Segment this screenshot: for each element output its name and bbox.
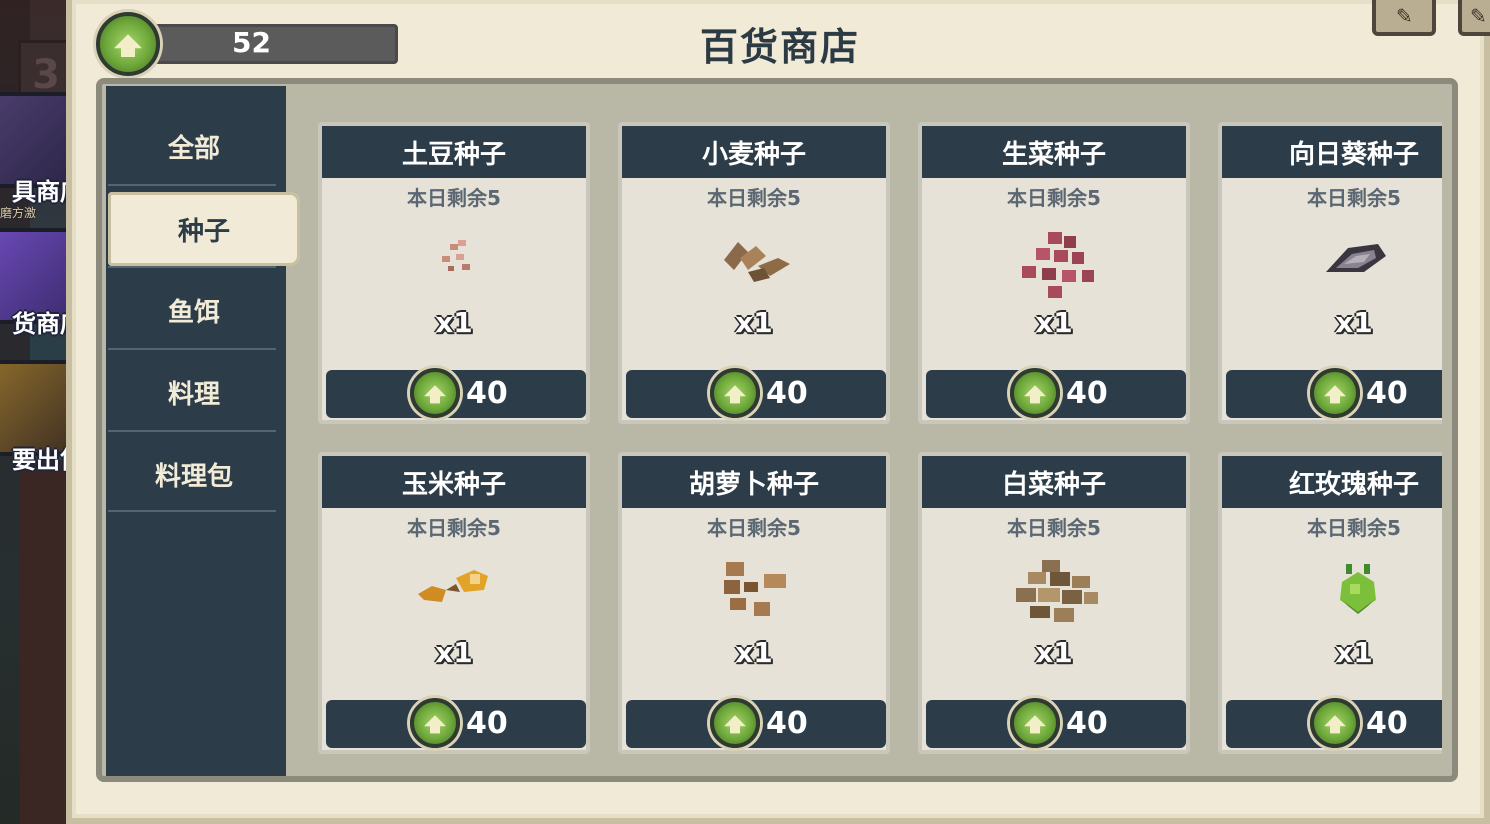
item-price: 40	[466, 376, 508, 411]
wheat-seed-icon	[718, 230, 798, 290]
item-remaining: 本日剩余5	[1007, 186, 1101, 210]
divider	[108, 266, 276, 268]
cabbage-seed-icon	[1008, 554, 1104, 630]
item-price: 40	[1366, 706, 1408, 741]
divider	[108, 348, 276, 350]
item-quantity: x1	[1335, 636, 1373, 669]
item-name: 土豆种子	[322, 126, 586, 178]
item-remaining: 本日剩余5	[707, 186, 801, 210]
item-remaining: 本日剩余5	[407, 186, 501, 210]
shop-item-card[interactable]: 土豆种子 本日剩余5 x1 40	[318, 122, 590, 424]
buy-button[interactable]: 40	[926, 698, 1186, 748]
item-price: 40	[766, 376, 808, 411]
rose-seed-icon	[1328, 560, 1388, 620]
buy-button[interactable]: 40	[326, 698, 586, 748]
green-leaf-coin-icon	[96, 12, 160, 76]
shop-item-card[interactable]: 玉米种子 本日剩余5 x1 40	[318, 452, 590, 754]
shop-item-card[interactable]: 白菜种子 本日剩余5 x1 40	[918, 452, 1190, 754]
green-leaf-coin-icon	[1010, 368, 1060, 418]
potato-seed-icon	[428, 230, 488, 290]
category-seeds[interactable]: 种子	[108, 192, 300, 266]
item-quantity: x1	[1035, 636, 1073, 669]
item-quantity: x1	[435, 306, 473, 339]
green-leaf-coin-icon	[1010, 698, 1060, 748]
item-name: 向日葵种子	[1222, 126, 1442, 178]
divider	[108, 430, 276, 432]
divider	[108, 510, 276, 512]
shop-item-card[interactable]: 向日葵种子 本日剩余5 x1 40	[1218, 122, 1442, 424]
item-remaining: 本日剩余5	[1307, 516, 1401, 540]
green-leaf-coin-icon	[710, 698, 760, 748]
side-tool-shop-sublabel: 磨方激	[0, 206, 37, 220]
item-quantity: x1	[435, 636, 473, 669]
category-bait[interactable]: 鱼饵	[106, 270, 282, 350]
item-grid: 土豆种子 本日剩余5 x1 40 小麦种子 本日剩余5 x1 40 生菜种子 本…	[318, 122, 1442, 758]
item-name: 红玫瑰种子	[1222, 456, 1442, 508]
item-remaining: 本日剩余5	[707, 516, 801, 540]
item-price: 40	[1066, 706, 1108, 741]
item-quantity: x1	[735, 306, 773, 339]
shop-item-card[interactable]: 红玫瑰种子 本日剩余5 x1 40	[1218, 452, 1442, 754]
buy-button[interactable]: 40	[626, 368, 886, 418]
item-name: 生菜种子	[922, 126, 1186, 178]
close-button[interactable]: ✎	[1458, 0, 1490, 36]
item-price: 40	[766, 706, 808, 741]
currency-display: 52	[96, 12, 398, 76]
green-leaf-coin-icon	[710, 368, 760, 418]
item-name: 玉米种子	[322, 456, 586, 508]
item-name: 胡萝卜种子	[622, 456, 886, 508]
shop-item-card[interactable]: 生菜种子 本日剩余5 x1 40	[918, 122, 1190, 424]
item-price: 40	[1066, 376, 1108, 411]
green-leaf-coin-icon	[410, 368, 460, 418]
category-cooking[interactable]: 料理	[106, 352, 282, 432]
item-quantity: x1	[1335, 306, 1373, 339]
item-price: 40	[466, 706, 508, 741]
item-name: 小麦种子	[622, 126, 886, 178]
green-leaf-coin-icon	[1310, 368, 1360, 418]
item-remaining: 本日剩余5	[407, 516, 501, 540]
currency-amount: 52	[232, 26, 271, 59]
item-name: 白菜种子	[922, 456, 1186, 508]
sunflower-seed-icon	[1318, 230, 1398, 290]
buy-button[interactable]: 40	[926, 368, 1186, 418]
lettuce-seed-icon	[1018, 226, 1102, 306]
green-leaf-coin-icon	[1310, 698, 1360, 748]
corn-seed-icon	[412, 560, 502, 620]
item-quantity: x1	[1035, 306, 1073, 339]
item-remaining: 本日剩余5	[1007, 516, 1101, 540]
buy-button[interactable]: 40	[1226, 368, 1442, 418]
shop-item-card[interactable]: 小麦种子 本日剩余5 x1 40	[618, 122, 890, 424]
category-all[interactable]: 全部	[106, 106, 282, 186]
edit-button[interactable]: ✎	[1372, 0, 1436, 36]
divider	[108, 184, 276, 186]
item-quantity: x1	[735, 636, 773, 669]
shop-item-card[interactable]: 胡萝卜种子 本日剩余5 x1 40	[618, 452, 890, 754]
category-cooking-pack[interactable]: 料理包	[106, 434, 282, 514]
carrot-seed-icon	[718, 556, 802, 626]
buy-button[interactable]: 40	[626, 698, 886, 748]
pencil-icon: ✎	[1396, 4, 1413, 28]
item-remaining: 本日剩余5	[1307, 186, 1401, 210]
buy-button[interactable]: 40	[1226, 698, 1442, 748]
green-leaf-coin-icon	[410, 698, 460, 748]
buy-button[interactable]: 40	[326, 368, 586, 418]
item-price: 40	[1366, 376, 1408, 411]
page-title: 百货商店	[700, 25, 861, 69]
close-icon: ✎	[1470, 4, 1487, 28]
